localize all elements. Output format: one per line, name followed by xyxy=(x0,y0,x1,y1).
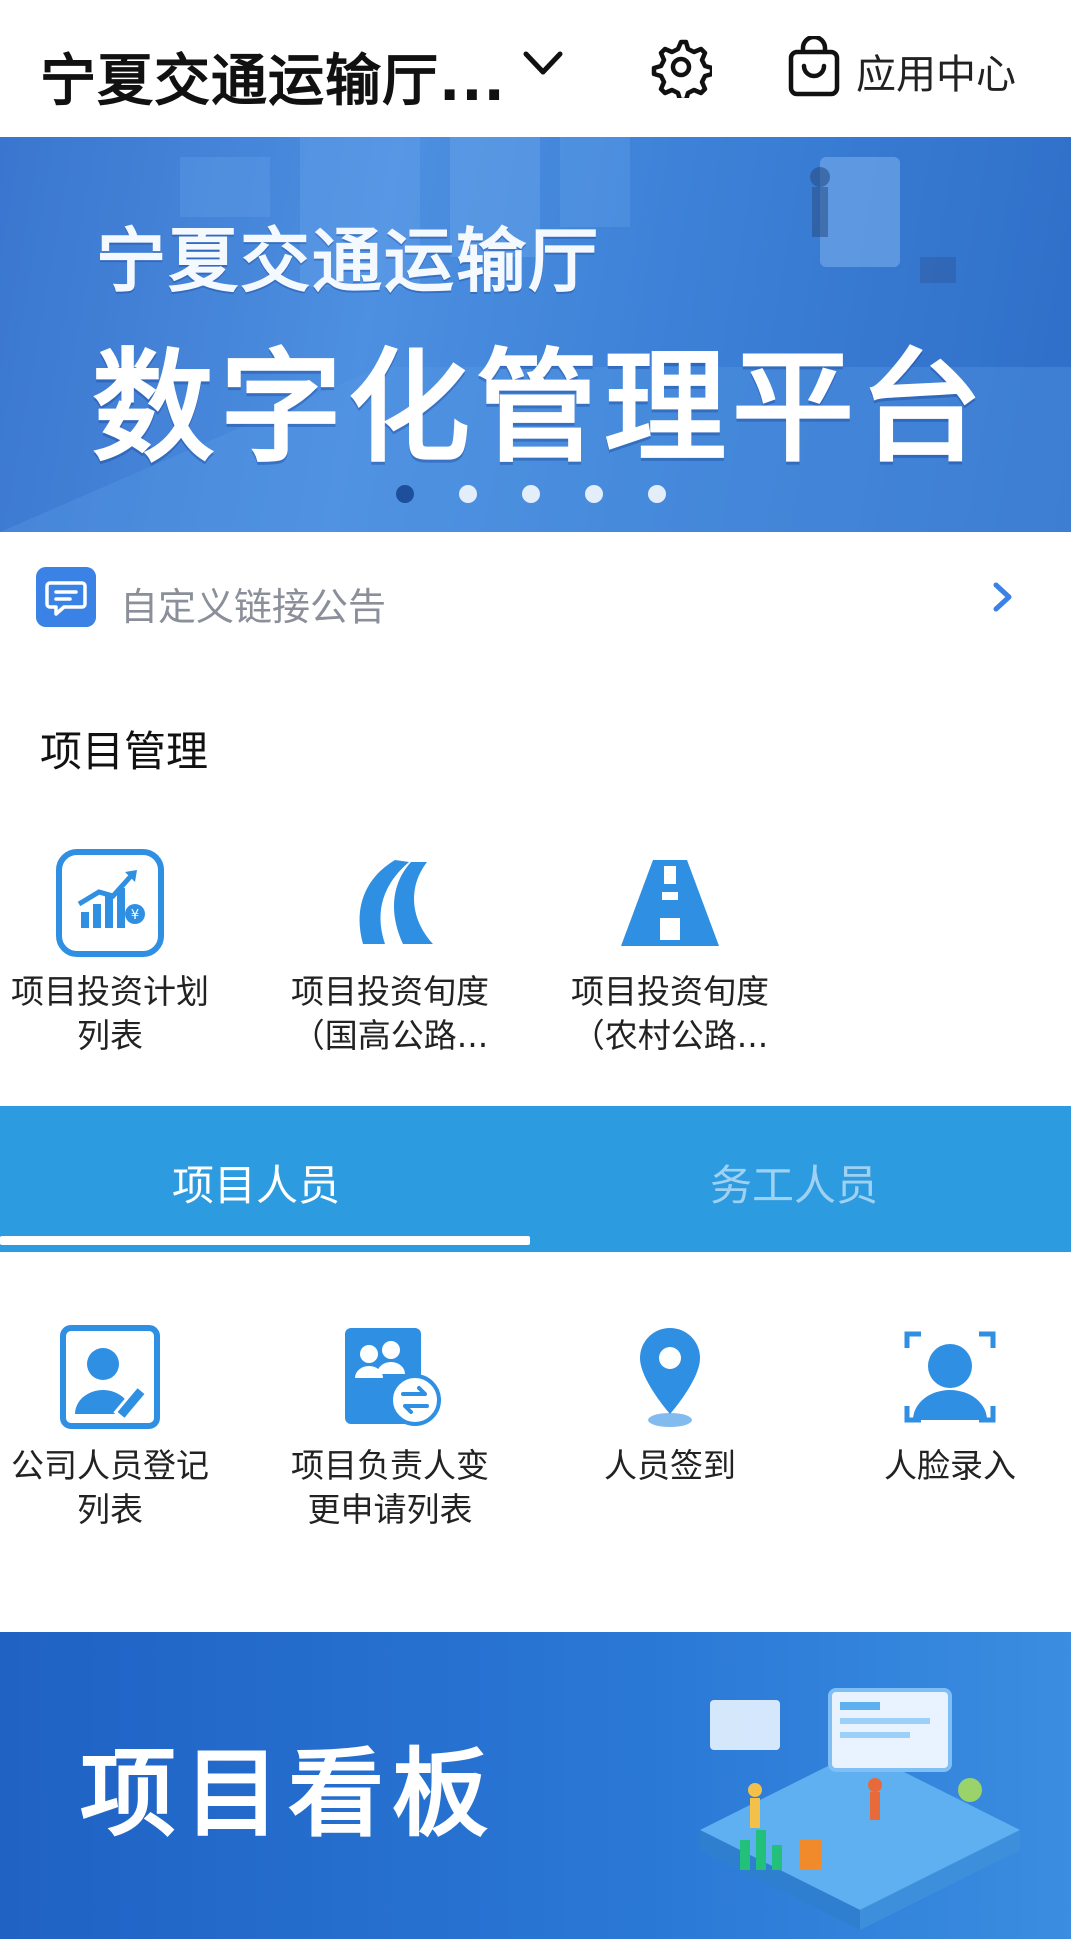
grid-item-label: 人脸录入 xyxy=(840,1444,1060,1488)
person-swap-icon xyxy=(345,1328,441,1426)
banner-title-line2: 数字化管理平台 xyxy=(92,337,988,479)
top-header: 宁夏交通运输厅... 应用中心 xyxy=(0,0,1071,137)
location-pin-icon xyxy=(640,1328,700,1427)
grid-item-label: 项目投资旬度 （国高公路... xyxy=(280,970,500,1058)
notice-bar[interactable]: 自定义链接公告 xyxy=(0,532,1071,662)
road-icon xyxy=(621,860,719,946)
app-center-link[interactable]: 应用中心 xyxy=(856,42,1016,100)
label-line1: 人员签到 xyxy=(604,1446,736,1485)
carousel-dot[interactable] xyxy=(396,485,414,503)
carousel-indicators xyxy=(396,485,666,503)
banner-carousel[interactable]: 宁夏交通运输厅 数字化管理平台 xyxy=(0,137,1071,532)
chevron-right-icon[interactable] xyxy=(990,579,1016,615)
tab-project-personnel[interactable]: 项目人员 xyxy=(172,1152,340,1213)
label-line2: 更申请列表 xyxy=(307,1490,473,1529)
org-title[interactable]: 宁夏交通运输厅... xyxy=(40,36,506,117)
tab-migrant-workers[interactable]: 务工人员 xyxy=(710,1152,878,1213)
shopping-bag-icon[interactable] xyxy=(786,36,842,98)
label-line2: （国高公路... xyxy=(291,1016,489,1055)
label-line2: 列表 xyxy=(77,1016,143,1055)
label-line1: 项目负责人变 xyxy=(291,1446,489,1485)
label-line1: 项目投资计划 xyxy=(11,972,209,1011)
dashboard-illustration xyxy=(700,1688,1020,1930)
personnel-tabs: 项目人员 务工人员 xyxy=(0,1106,1071,1252)
carousel-dot[interactable] xyxy=(459,485,477,503)
banner-title-line1: 宁夏交通运输厅 xyxy=(96,220,600,302)
label-line1: 项目投资旬度 xyxy=(571,972,769,1011)
label-line1: 公司人员登记 xyxy=(11,1446,209,1485)
message-icon xyxy=(36,567,96,627)
gear-icon[interactable] xyxy=(650,36,712,98)
grid-item-label: 公司人员登记 列表 xyxy=(0,1444,220,1532)
label-line2: 列表 xyxy=(77,1490,143,1529)
notice-text[interactable]: 自定义链接公告 xyxy=(120,576,386,631)
label-line2: （农村公路... xyxy=(571,1016,769,1055)
dashboard-banner-title: 项目看板 xyxy=(80,1738,496,1850)
grid-item-label: 人员签到 xyxy=(560,1444,780,1488)
project-dashboard-banner[interactable]: 项目看板 xyxy=(0,1632,1071,1939)
carousel-dot[interactable] xyxy=(648,485,666,503)
investment-chart-icon: ¥ xyxy=(56,849,164,957)
section-title-project-management: 项目管理 xyxy=(40,727,209,776)
grid-item-label: 项目负责人变 更申请列表 xyxy=(280,1444,500,1532)
active-tab-indicator xyxy=(0,1236,530,1245)
person-register-icon xyxy=(60,1325,160,1429)
highway-curve-icon xyxy=(359,860,433,944)
label-line1: 项目投资旬度 xyxy=(291,972,489,1011)
grid-item-label: 项目投资旬度 （农村公路... xyxy=(560,970,780,1058)
grid-item-label: 项目投资计划 列表 xyxy=(0,970,220,1058)
label-line1: 人脸录入 xyxy=(884,1446,1016,1485)
carousel-dot[interactable] xyxy=(522,485,540,503)
chevron-down-icon[interactable] xyxy=(520,46,566,82)
face-scan-icon xyxy=(904,1331,996,1423)
carousel-dot[interactable] xyxy=(585,485,603,503)
svg-text:¥: ¥ xyxy=(131,908,139,923)
